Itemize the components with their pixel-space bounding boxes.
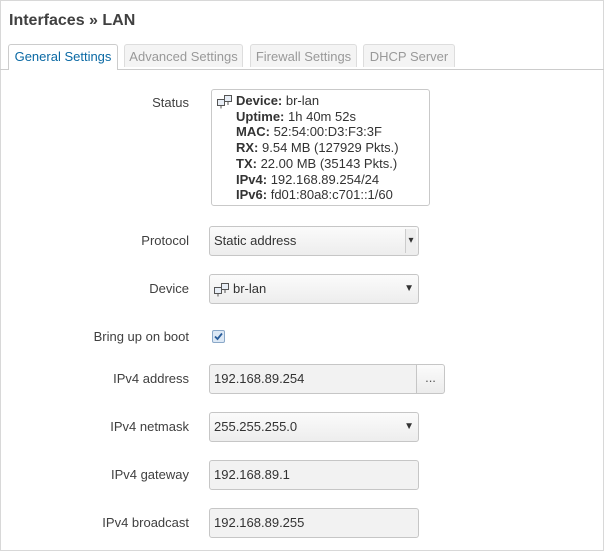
device-label: Device — [149, 281, 189, 296]
tab-general-settings[interactable]: General Settings — [8, 44, 118, 70]
status-label: Status — [152, 95, 189, 110]
status-mac-line: MAC: 52:54:00:D3:F3:3F — [236, 124, 382, 140]
ipv4-broadcast-label: IPv4 broadcast — [102, 515, 189, 530]
ipv4-broadcast-input[interactable]: 192.168.89.255 — [209, 508, 419, 538]
chevron-down-icon: ▼ — [404, 283, 414, 294]
status-tx-line: TX: 22.00 MB (35143 Pkts.) — [236, 155, 398, 171]
check-icon — [214, 332, 223, 341]
ipv4-gateway-input[interactable]: 192.168.89.1 — [209, 460, 419, 490]
network-bridge-icon — [217, 95, 232, 109]
ipv4-address-more-button[interactable]: ... — [416, 364, 445, 394]
ipv4-netmask-select[interactable]: 255.255.255.0 ▼ — [209, 412, 419, 442]
status-uptime-line: Uptime: 1h 40m 52s — [236, 108, 356, 124]
device-select[interactable]: br-lan ▼ — [209, 274, 419, 304]
network-bridge-icon — [214, 283, 229, 297]
protocol-select[interactable]: Static address ▾ — [209, 226, 419, 256]
ipv4-netmask-value: 255.255.255.0 — [214, 419, 298, 434]
ipv4-address-label: IPv4 address — [113, 371, 189, 386]
ipv4-gateway-label: IPv4 gateway — [110, 467, 189, 482]
chevron-down-icon: ▾ — [405, 229, 416, 253]
status-ipv4-line: IPv4: 192.168.89.254/24 — [236, 171, 380, 187]
protocol-value: Static address — [214, 233, 297, 248]
tab-advanced-settings[interactable]: Advanced Settings — [124, 44, 243, 67]
tab-bar: General Settings Advanced Settings Firew… — [0, 44, 604, 70]
boot-label: Bring up on boot — [93, 329, 189, 344]
boot-checkbox[interactable] — [212, 330, 225, 343]
ipv4-netmask-label: IPv4 netmask — [110, 419, 189, 434]
tab-firewall-settings[interactable]: Firewall Settings — [250, 44, 357, 67]
protocol-label: Protocol — [141, 233, 189, 248]
tab-dhcp-server[interactable]: DHCP Server — [363, 44, 455, 67]
chevron-down-icon: ▼ — [404, 421, 414, 432]
status-ipv6-line: IPv6: fd01:80a8:c701::1/60 — [236, 187, 393, 203]
page-title: Interfaces » LAN — [9, 12, 136, 29]
status-rx-line: RX: 9.54 MB (127929 Pkts.) — [236, 140, 399, 156]
status-device-line: Device: br-lan — [236, 93, 320, 108]
status-box: Device: br-lan Uptime: 1h 40m 52s MAC: 5… — [211, 89, 430, 206]
device-value: br-lan — [233, 281, 267, 296]
ipv4-address-input[interactable]: 192.168.89.254 — [209, 364, 417, 394]
